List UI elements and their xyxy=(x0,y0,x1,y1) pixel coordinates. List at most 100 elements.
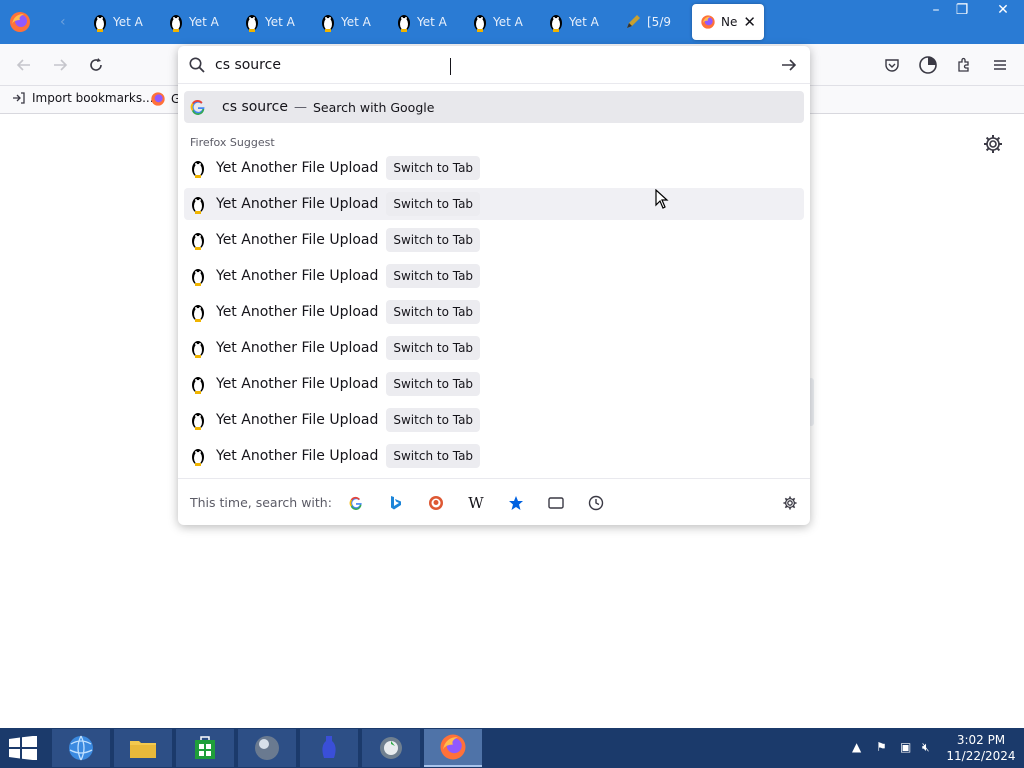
taskbar-app-vase[interactable] xyxy=(300,729,358,767)
penguin-icon xyxy=(474,15,486,32)
penguin-icon xyxy=(192,233,204,250)
tray-overflow-icon[interactable]: ▲ xyxy=(852,740,861,754)
switch-to-tab-button[interactable]: Switch to Tab xyxy=(386,228,481,252)
clock-date: 11/22/2024 xyxy=(946,749,1016,763)
windows-taskbar: ▲ ⚑ ▣ 🔇︎ 3:02 PM 11/22/2024 xyxy=(0,728,1024,768)
go-arrow-icon[interactable] xyxy=(780,56,798,74)
tab-item[interactable]: Yet A xyxy=(236,4,306,40)
wikipedia-engine-button[interactable]: W xyxy=(466,493,486,513)
pencil-icon xyxy=(627,15,640,28)
taskbar-app-sphere[interactable] xyxy=(238,729,296,767)
restore-button[interactable]: ❐ xyxy=(946,0,978,22)
taskbar-explorer[interactable] xyxy=(114,729,172,767)
tabs-engine-button[interactable] xyxy=(546,493,566,513)
penguin-icon xyxy=(192,449,204,466)
back-button[interactable] xyxy=(12,53,36,77)
suggestion-row[interactable]: Yet Another File Upload Switch to Tab xyxy=(184,440,804,472)
google-icon xyxy=(349,496,362,510)
taskbar-ie[interactable] xyxy=(52,729,110,767)
bing-engine-button[interactable] xyxy=(386,493,406,513)
switch-to-tab-button[interactable]: Switch to Tab xyxy=(386,408,481,432)
section-label: Firefox Suggest xyxy=(190,136,275,149)
tab-label: Yet A xyxy=(113,15,143,29)
suggestion-row[interactable]: Yet Another File Upload Switch to Tab xyxy=(184,224,804,256)
tab-label: [5/9 xyxy=(647,15,671,29)
firefox-icon xyxy=(440,734,466,760)
forward-button[interactable] xyxy=(48,53,72,77)
search-settings-button[interactable] xyxy=(780,493,800,513)
duckduckgo-engine-button[interactable] xyxy=(426,493,446,513)
search-with-label: This time, search with: xyxy=(190,495,332,510)
tab-item[interactable]: Yet A xyxy=(540,4,610,40)
suggestion-title: Yet Another File Upload xyxy=(216,412,379,428)
suggestion-action: Search with Google xyxy=(312,99,435,115)
import-bookmarks-button[interactable]: Import bookmarks... xyxy=(12,91,154,105)
firefox-icon[interactable] xyxy=(8,10,32,34)
network-globe-icon xyxy=(380,737,402,759)
puzzle-icon xyxy=(958,57,969,72)
account-icon xyxy=(919,56,937,74)
suggestion-title: Yet Another File Upload xyxy=(216,196,379,212)
account-button[interactable] xyxy=(916,53,940,77)
pocket-button[interactable] xyxy=(880,53,904,77)
google-search-suggestion[interactable]: cs source — Search with Google xyxy=(184,91,804,123)
penguin-icon xyxy=(192,269,204,286)
penguin-icon xyxy=(192,161,204,178)
taskbar-app-globe-arrow[interactable] xyxy=(362,729,420,767)
history-engine-button[interactable] xyxy=(586,493,606,513)
switch-to-tab-button[interactable]: Switch to Tab xyxy=(386,444,481,468)
gear-icon xyxy=(783,496,797,510)
taskbar-store[interactable] xyxy=(176,729,234,767)
suggestion-row[interactable]: Yet Another File Upload Switch to Tab xyxy=(184,368,804,400)
arrow-left-icon xyxy=(16,59,30,71)
reload-button[interactable] xyxy=(84,53,108,77)
tab-item[interactable]: Yet A xyxy=(312,4,382,40)
switch-to-tab-button[interactable]: Switch to Tab xyxy=(386,156,481,180)
tab-item[interactable]: Yet A xyxy=(160,4,230,40)
wikipedia-icon: W xyxy=(468,494,484,512)
tab-label: Ne xyxy=(721,15,738,29)
penguin-icon xyxy=(192,341,204,358)
switch-to-tab-button[interactable]: Switch to Tab xyxy=(386,264,481,288)
bookmarks-engine-button[interactable] xyxy=(506,493,526,513)
tab-item-active[interactable]: Ne ✕ xyxy=(692,4,764,40)
extensions-button[interactable] xyxy=(952,53,976,77)
menu-button[interactable] xyxy=(988,53,1012,77)
suggestion-row[interactable]: Yet Another File Upload Switch to Tab xyxy=(184,152,804,184)
arrow-right-icon xyxy=(54,59,68,71)
penguin-icon xyxy=(192,413,204,430)
tab-item[interactable]: Yet A xyxy=(388,4,458,40)
switch-to-tab-button[interactable]: Switch to Tab xyxy=(386,192,481,216)
network-icon[interactable]: ▣ xyxy=(900,740,911,754)
url-input[interactable] xyxy=(215,54,755,76)
suggestion-title: Yet Another File Upload xyxy=(216,268,379,284)
google-engine-button[interactable] xyxy=(346,493,366,513)
tab-overflow[interactable]: ‹ xyxy=(52,4,72,40)
vase-icon xyxy=(322,736,336,758)
suggestion-title: Yet Another File Upload xyxy=(216,340,379,356)
penguin-icon xyxy=(246,15,258,32)
penguin-icon xyxy=(170,15,182,32)
taskbar-clock[interactable]: 3:02 PM 11/22/2024 xyxy=(946,732,1016,764)
tab-item[interactable]: [5/9 xyxy=(616,4,688,40)
flag-icon[interactable]: ⚑ xyxy=(876,740,887,754)
switch-to-tab-button[interactable]: Switch to Tab xyxy=(386,300,481,324)
suggestion-row[interactable]: Yet Another File Upload Switch to Tab xyxy=(184,296,804,328)
start-button[interactable] xyxy=(8,735,38,764)
suggestion-row[interactable]: Yet Another File Upload Switch to Tab xyxy=(184,188,804,220)
gear-icon[interactable] xyxy=(982,133,1004,155)
suggestion-row[interactable]: Yet Another File Upload Switch to Tab xyxy=(184,404,804,436)
volume-muted-icon[interactable]: 🔇︎ xyxy=(922,740,930,755)
taskbar-firefox[interactable] xyxy=(424,729,482,767)
tab-item[interactable]: Yet A xyxy=(84,4,154,40)
suggestion-query: cs source xyxy=(222,99,288,115)
switch-to-tab-button[interactable]: Switch to Tab xyxy=(386,372,481,396)
close-icon[interactable]: ✕ xyxy=(743,13,756,31)
suggestion-row[interactable]: Yet Another File Upload Switch to Tab xyxy=(184,332,804,364)
close-window-button[interactable]: ✕ xyxy=(982,0,1024,22)
tab-item[interactable]: Yet A xyxy=(464,4,534,40)
getting-started-bookmark[interactable]: G xyxy=(150,91,180,107)
tab-label: Yet A xyxy=(341,15,371,29)
switch-to-tab-button[interactable]: Switch to Tab xyxy=(386,336,481,360)
suggestion-row[interactable]: Yet Another File Upload Switch to Tab xyxy=(184,260,804,292)
